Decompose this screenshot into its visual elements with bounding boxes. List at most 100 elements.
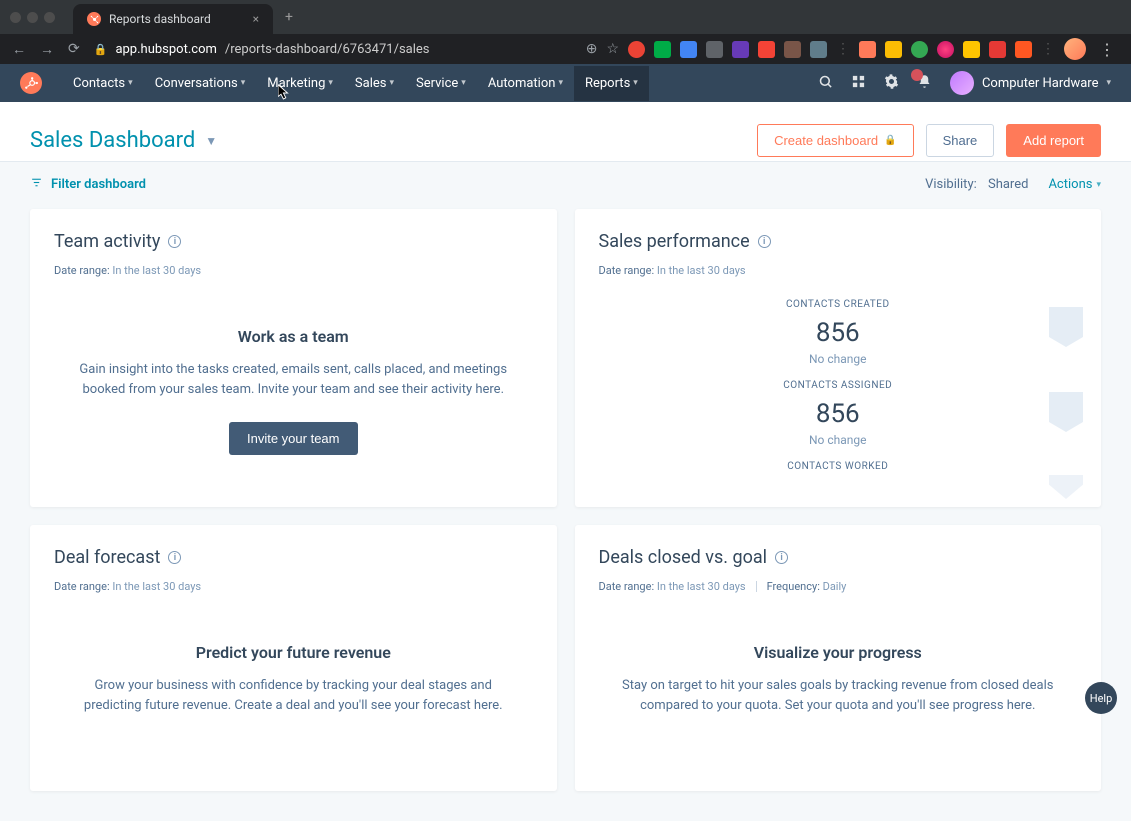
page-title: Sales Dashboard: [30, 128, 195, 153]
actions-menu[interactable]: Actions ▾: [1048, 177, 1101, 192]
empty-state-body: Gain insight into the tasks created, ema…: [74, 360, 513, 400]
date-range-value: In the last 30 days: [657, 580, 746, 593]
shield-icon: [1049, 475, 1083, 499]
main-nav: Contacts▾ Conversations▾ Marketing▾ Sale…: [0, 64, 1131, 102]
metric-contacts-worked: CONTACTS WORKED: [599, 461, 1078, 472]
info-icon[interactable]: i: [168, 551, 181, 564]
extension-icon[interactable]: [810, 41, 827, 58]
extension-icon[interactable]: [963, 41, 980, 58]
chevron-down-icon: ▾: [633, 78, 638, 88]
extension-icon[interactable]: [654, 41, 671, 58]
card-title-text: Deal forecast: [54, 547, 160, 568]
filter-dashboard-link[interactable]: Filter dashboard: [30, 176, 146, 193]
profile-avatar[interactable]: [1064, 38, 1086, 60]
help-button[interactable]: Help: [1085, 682, 1117, 714]
invite-team-button[interactable]: Invite your team: [229, 422, 358, 455]
browser-tab[interactable]: Reports dashboard ×: [73, 4, 273, 34]
tab-title: Reports dashboard: [109, 12, 211, 26]
caret-down-icon: ▾: [1096, 180, 1101, 190]
window-traffic-lights: [10, 12, 55, 23]
frequency-value: Daily: [823, 580, 847, 593]
metric-contacts-assigned: CONTACTS ASSIGNED 856 No change: [599, 380, 1078, 447]
nav-marketing[interactable]: Marketing▾: [256, 66, 344, 101]
chevron-down-icon: ▾: [389, 78, 394, 88]
frequency-label: Frequency:: [767, 580, 820, 593]
extension-icon[interactable]: [911, 41, 928, 58]
search-icon[interactable]: [818, 74, 833, 93]
nav-conversations[interactable]: Conversations▾: [144, 66, 257, 101]
card-team-activity: Team activity i Date range: In the last …: [30, 209, 557, 507]
nav-contacts[interactable]: Contacts▾: [62, 66, 144, 101]
date-range-label: Date range:: [54, 580, 110, 593]
back-button[interactable]: ←: [12, 41, 26, 58]
chevron-down-icon: ▾: [461, 78, 466, 88]
extension-icon[interactable]: [784, 41, 801, 58]
empty-state-title: Visualize your progress: [619, 643, 1058, 662]
account-avatar: [950, 71, 974, 95]
lock-icon: 🔒: [884, 135, 896, 146]
caret-down-icon: ▼: [205, 134, 217, 148]
metric-contacts-created: CONTACTS CREATED 856 No change: [599, 299, 1078, 366]
notifications-bell-icon[interactable]: [917, 74, 932, 93]
extension-icon[interactable]: [628, 41, 645, 58]
empty-state-body: Grow your business with confidence by tr…: [74, 676, 513, 716]
create-dashboard-button[interactable]: Create dashboard 🔒: [757, 124, 914, 157]
forward-button[interactable]: →: [40, 41, 54, 58]
hubspot-logo-icon[interactable]: [20, 72, 42, 94]
extension-icon[interactable]: [1015, 41, 1032, 58]
extension-icon[interactable]: [732, 41, 749, 58]
extension-icon[interactable]: [859, 41, 876, 58]
visibility-status: Visibility: Shared: [925, 177, 1028, 192]
date-range-value: In the last 30 days: [112, 580, 201, 593]
card-title-text: Sales performance: [599, 231, 750, 252]
notification-badge: [911, 69, 923, 81]
account-label: Computer Hardware: [982, 76, 1099, 91]
meta-divider: [756, 581, 757, 592]
browser-menu-icon[interactable]: ⋮: [1095, 40, 1119, 59]
date-range-value: In the last 30 days: [657, 264, 746, 277]
date-range-label: Date range:: [54, 264, 110, 277]
marketplace-icon[interactable]: [851, 74, 866, 93]
reload-button[interactable]: ⟳: [68, 41, 80, 57]
settings-gear-icon[interactable]: [884, 74, 899, 93]
nav-automation[interactable]: Automation▾: [477, 66, 574, 101]
extension-divider: ⋮: [1041, 41, 1055, 57]
close-tab-icon[interactable]: ×: [253, 12, 259, 26]
new-tab-button[interactable]: +: [285, 9, 293, 25]
card-deals-closed-vs-goal: Deals closed vs. goal i Date range: In t…: [575, 525, 1102, 790]
chevron-down-icon: ▾: [241, 78, 246, 88]
card-title-text: Team activity: [54, 231, 160, 252]
card-sales-performance: Sales performance i Date range: In the l…: [575, 209, 1102, 507]
account-switcher[interactable]: Computer Hardware ▾: [950, 71, 1111, 95]
date-range-value: In the last 30 days: [112, 264, 201, 277]
date-range-label: Date range:: [599, 264, 655, 277]
extension-icon[interactable]: [680, 41, 697, 58]
bookmark-star-icon[interactable]: ☆: [606, 41, 619, 57]
extension-icon[interactable]: [989, 41, 1006, 58]
address-bar[interactable]: 🔒 app.hubspot.com/reports-dashboard/6763…: [94, 42, 430, 57]
chevron-down-icon: ▾: [328, 78, 333, 88]
nav-sales[interactable]: Sales▾: [344, 66, 405, 101]
empty-state-title: Work as a team: [74, 327, 513, 346]
empty-state-title: Predict your future revenue: [74, 643, 513, 662]
extension-divider: ⋮: [836, 41, 850, 57]
zoom-icon[interactable]: ⊕: [586, 41, 598, 57]
extension-icon[interactable]: [706, 41, 723, 58]
extension-icon[interactable]: [885, 41, 902, 58]
empty-state-body: Stay on target to hit your sales goals b…: [619, 676, 1058, 716]
info-icon[interactable]: i: [758, 235, 771, 248]
dashboard-selector[interactable]: Sales Dashboard ▼: [30, 128, 217, 153]
share-button[interactable]: Share: [926, 124, 995, 157]
info-icon[interactable]: i: [168, 235, 181, 248]
add-report-button[interactable]: Add report: [1006, 124, 1101, 157]
card-deal-forecast: Deal forecast i Date range: In the last …: [30, 525, 557, 790]
extension-icon[interactable]: [758, 41, 775, 58]
info-icon[interactable]: i: [775, 551, 788, 564]
chevron-down-icon: ▾: [1106, 78, 1111, 88]
nav-service[interactable]: Service▾: [405, 66, 477, 101]
date-range-label: Date range:: [599, 580, 655, 593]
hubspot-favicon-icon: [87, 12, 101, 26]
nav-reports[interactable]: Reports▾: [574, 66, 649, 101]
lock-icon: 🔒: [94, 43, 108, 56]
extension-icon[interactable]: [937, 41, 954, 58]
